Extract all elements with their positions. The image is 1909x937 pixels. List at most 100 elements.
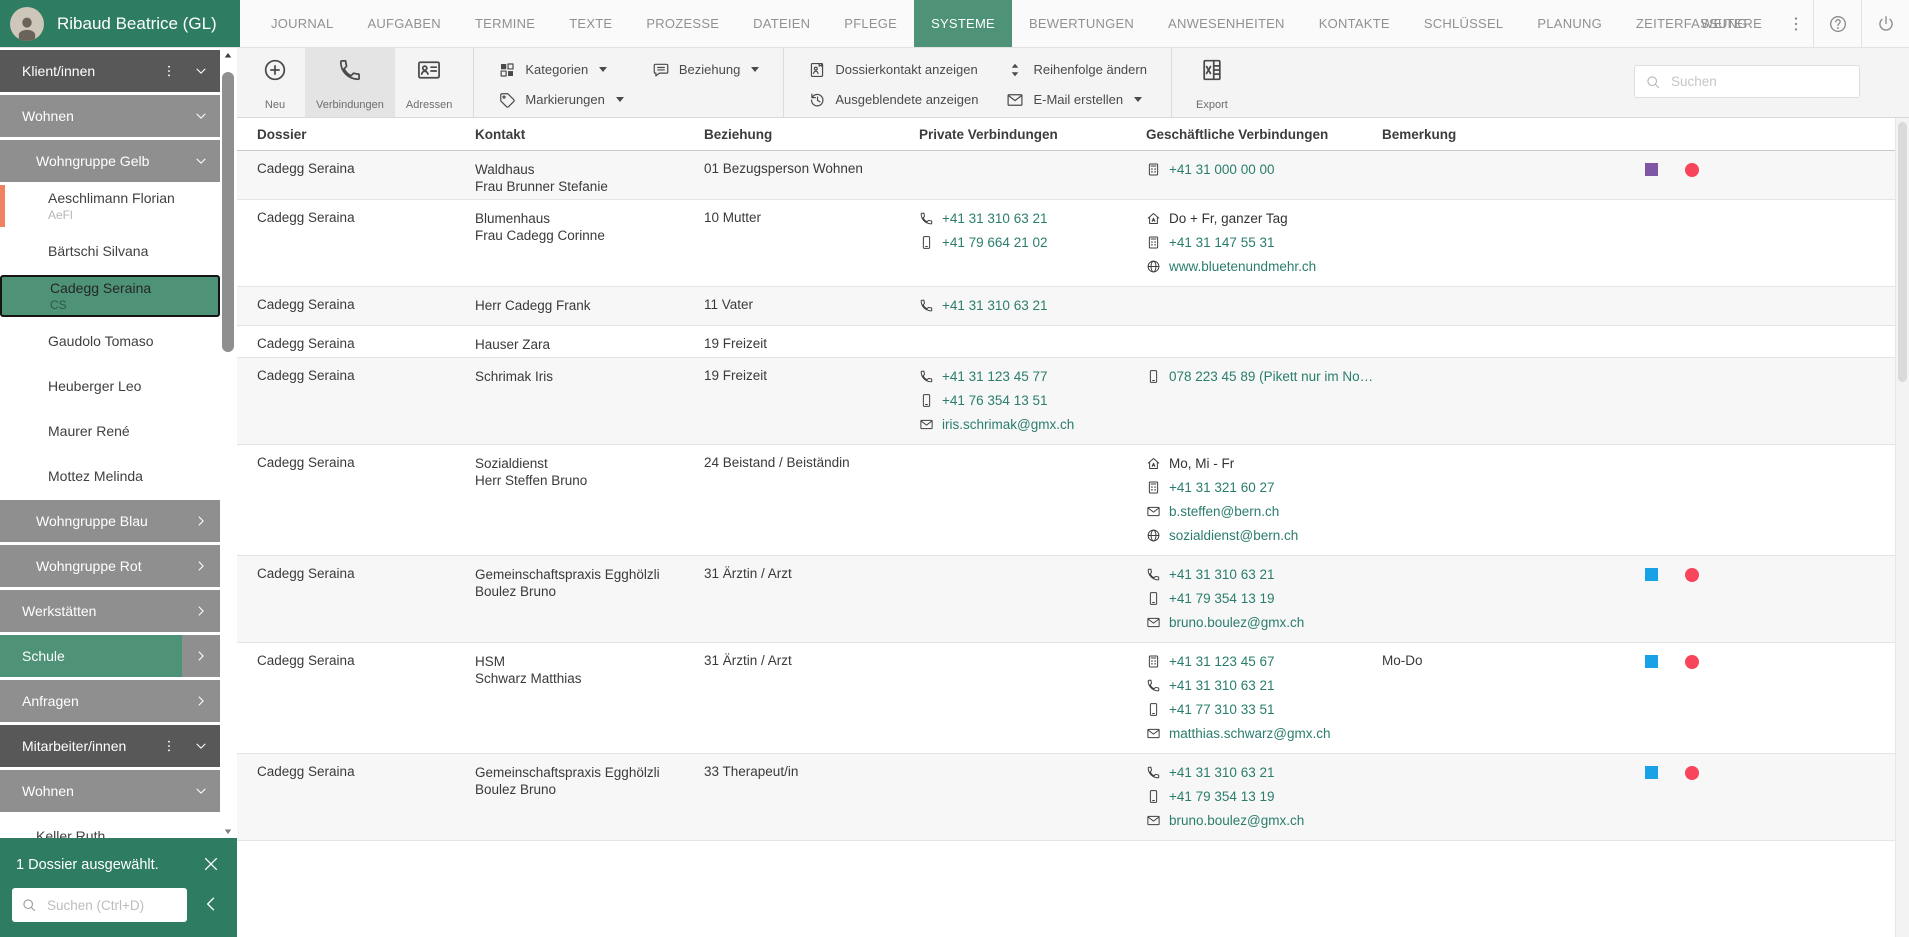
- mobile-link[interactable]: +41 79 354 13 19: [1146, 590, 1382, 606]
- tab-aufgaben[interactable]: AUFGABEN: [350, 0, 458, 47]
- chevron-down-icon[interactable]: [182, 725, 220, 767]
- tab-kontakte[interactable]: KONTAKTE: [1302, 0, 1407, 47]
- connection-text[interactable]: +41 31 147 55 31: [1169, 235, 1274, 250]
- phone-link[interactable]: +41 31 123 45 77: [919, 368, 1146, 384]
- connection-text[interactable]: +41 31 123 45 77: [942, 369, 1047, 384]
- chevron-right-icon[interactable]: [182, 500, 220, 542]
- sidebar-search-input[interactable]: [45, 897, 178, 914]
- tab-journal[interactable]: JOURNAL: [254, 0, 350, 47]
- sidebar-item-wohngruppe-gelb[interactable]: Wohngruppe Gelb: [0, 140, 220, 182]
- chevron-right-icon[interactable]: [182, 590, 220, 632]
- connection-text[interactable]: iris.schrimak@gmx.ch: [942, 417, 1074, 432]
- chevron-right-icon[interactable]: [182, 680, 220, 722]
- kebab-menu-icon[interactable]: [156, 725, 182, 767]
- table-row[interactable]: Cadegg SerainaHauser Zara19 Freizeit: [237, 326, 1895, 358]
- connection-text[interactable]: +41 77 310 33 51: [1169, 702, 1274, 717]
- table-row[interactable]: Cadegg SerainaSozialdienstHerr Steffen B…: [237, 445, 1895, 556]
- email-link[interactable]: bruno.boulez@gmx.ch: [1146, 812, 1382, 828]
- column-header-beziehung[interactable]: Beziehung: [704, 127, 919, 142]
- connection-text[interactable]: +41 31 310 63 21: [1169, 765, 1274, 780]
- table-search-input[interactable]: [1669, 73, 1849, 90]
- sidebar-item-mitarbeiter-innen[interactable]: Mitarbeiter/innen: [0, 725, 220, 767]
- connection-text[interactable]: sozialdienst@bern.ch: [1169, 528, 1298, 543]
- mobile-link[interactable]: 078 223 45 89 (Pikett nur im No…: [1146, 368, 1382, 384]
- sidebar-item-mottez-melinda[interactable]: Mottez Melinda: [0, 455, 220, 497]
- kebab-menu-icon[interactable]: [156, 50, 182, 92]
- connection-text[interactable]: +41 31 310 63 21: [1169, 678, 1274, 693]
- scrollbar-thumb[interactable]: [222, 72, 234, 352]
- connection-text[interactable]: +41 79 354 13 19: [1169, 591, 1274, 606]
- column-header-bemerkung[interactable]: Bemerkung: [1382, 127, 1645, 142]
- tab-dateien[interactable]: DATEIEN: [736, 0, 827, 47]
- chevron-right-icon[interactable]: [182, 635, 220, 677]
- phone-link[interactable]: +41 31 310 63 21: [1146, 764, 1382, 780]
- column-header-kontakt[interactable]: Kontakt: [475, 127, 704, 142]
- chevron-down-icon[interactable]: [182, 95, 220, 137]
- sidebar-item-schule[interactable]: Schule: [0, 635, 220, 677]
- sidebar-item-heuberger-leo[interactable]: Heuberger Leo: [0, 365, 220, 407]
- kebab-menu-icon[interactable]: [1779, 0, 1813, 47]
- sidebar-item-klient-innen[interactable]: Klient/innen: [0, 50, 220, 92]
- connection-text[interactable]: bruno.boulez@gmx.ch: [1169, 813, 1304, 828]
- mobile-link[interactable]: +41 79 664 21 02: [919, 234, 1146, 250]
- table-row[interactable]: Cadegg SerainaWaldhausFrau Brunner Stefa…: [237, 151, 1895, 200]
- connection-text[interactable]: +41 31 321 60 27: [1169, 480, 1274, 495]
- mobile-link[interactable]: +41 76 354 13 51: [919, 392, 1146, 408]
- sidebar-search[interactable]: [12, 888, 187, 922]
- connection-text[interactable]: +41 31 310 63 21: [942, 211, 1047, 226]
- chevron-right-icon[interactable]: [182, 545, 220, 587]
- export-button[interactable]: Export: [1182, 48, 1242, 117]
- chevron-down-icon[interactable]: [182, 770, 220, 812]
- phone-link[interactable]: +41 31 147 55 31: [1146, 234, 1382, 250]
- tab-schlüssel[interactable]: SCHLÜSSEL: [1407, 0, 1521, 47]
- email-link[interactable]: matthias.schwarz@gmx.ch: [1146, 725, 1382, 741]
- tab-pflege[interactable]: PFLEGE: [827, 0, 914, 47]
- phone-link[interactable]: +41 31 310 63 21: [919, 210, 1146, 226]
- dossierkontakt-toggle[interactable]: Dossierkontakt anzeigen: [808, 59, 978, 80]
- tab-systeme[interactable]: SYSTEME: [914, 0, 1012, 47]
- connection-text[interactable]: +41 79 354 13 19: [1169, 789, 1274, 804]
- scroll-down-icon[interactable]: [222, 825, 234, 837]
- close-icon[interactable]: [201, 854, 223, 876]
- ausgeblendete-toggle[interactable]: Ausgeblendete anzeigen: [808, 89, 978, 110]
- connection-text[interactable]: bruno.boulez@gmx.ch: [1169, 615, 1304, 630]
- tab-texte[interactable]: TEXTE: [552, 0, 629, 47]
- adressen-button[interactable]: Adressen: [395, 48, 463, 117]
- phone-link[interactable]: +41 31 310 63 21: [919, 297, 1146, 313]
- tab-anwesenheiten[interactable]: ANWESENHEITEN: [1151, 0, 1302, 47]
- sidebar-item-werkstätten[interactable]: Werkstätten: [0, 590, 220, 632]
- connection-text[interactable]: +41 31 310 63 21: [1169, 567, 1274, 582]
- neu-button[interactable]: Neu: [245, 48, 305, 117]
- sidebar-item-maurer-rené[interactable]: Maurer René: [0, 410, 220, 452]
- email-link[interactable]: iris.schrimak@gmx.ch: [919, 416, 1146, 432]
- website-link[interactable]: www.bluetenundmehr.ch: [1146, 258, 1382, 274]
- column-header-geschäftliche-verbindungen[interactable]: Geschäftliche Verbindungen: [1146, 127, 1382, 142]
- sidebar-item-gaudolo-tomaso[interactable]: Gaudolo Tomaso: [0, 320, 220, 362]
- connection-text[interactable]: matthias.schwarz@gmx.ch: [1169, 726, 1331, 741]
- mobile-link[interactable]: +41 79 354 13 19: [1146, 788, 1382, 804]
- sidebar-item-bärtschi-silvana[interactable]: Bärtschi Silvana: [0, 230, 220, 272]
- table-row[interactable]: Cadegg SerainaGemeinschaftspraxis Egghöl…: [237, 556, 1895, 643]
- verbindungen-button[interactable]: Verbindungen: [305, 48, 395, 117]
- tab-weitere[interactable]: WEITERE: [1684, 0, 1779, 47]
- phone-link[interactable]: +41 31 310 63 21: [1146, 566, 1382, 582]
- table-row[interactable]: Cadegg SerainaHSMSchwarz Matthias31 Ärzt…: [237, 643, 1895, 754]
- sidebar-item-wohnen[interactable]: Wohnen: [0, 770, 220, 812]
- sidebar-scrollbar[interactable]: [221, 50, 235, 837]
- phone-link[interactable]: +41 31 321 60 27: [1146, 479, 1382, 495]
- sidebar-item-aeschlimann-florian[interactable]: Aeschlimann FlorianAeFl: [0, 185, 220, 227]
- sidebar-item-wohnen[interactable]: Wohnen: [0, 95, 220, 137]
- scroll-up-icon[interactable]: [222, 50, 234, 62]
- phone-link[interactable]: +41 31 123 45 67: [1146, 653, 1382, 669]
- markierungen-dropdown[interactable]: Markierungen: [498, 89, 624, 110]
- main-scrollbar[interactable]: [1895, 118, 1909, 937]
- table-row[interactable]: Cadegg SerainaHerr Cadegg Frank11 Vater+…: [237, 287, 1895, 326]
- column-header-dossier[interactable]: Dossier: [257, 127, 475, 142]
- connection-text[interactable]: www.bluetenundmehr.ch: [1169, 259, 1316, 274]
- tab-bewertungen[interactable]: BEWERTUNGEN: [1012, 0, 1151, 47]
- tab-prozesse[interactable]: PROZESSE: [629, 0, 736, 47]
- kategorien-dropdown[interactable]: Kategorien: [498, 59, 624, 80]
- tab-planung[interactable]: PLANUNG: [1520, 0, 1619, 47]
- column-header-private-verbindungen[interactable]: Private Verbindungen: [919, 127, 1146, 142]
- collapse-sidebar-icon[interactable]: [201, 894, 223, 916]
